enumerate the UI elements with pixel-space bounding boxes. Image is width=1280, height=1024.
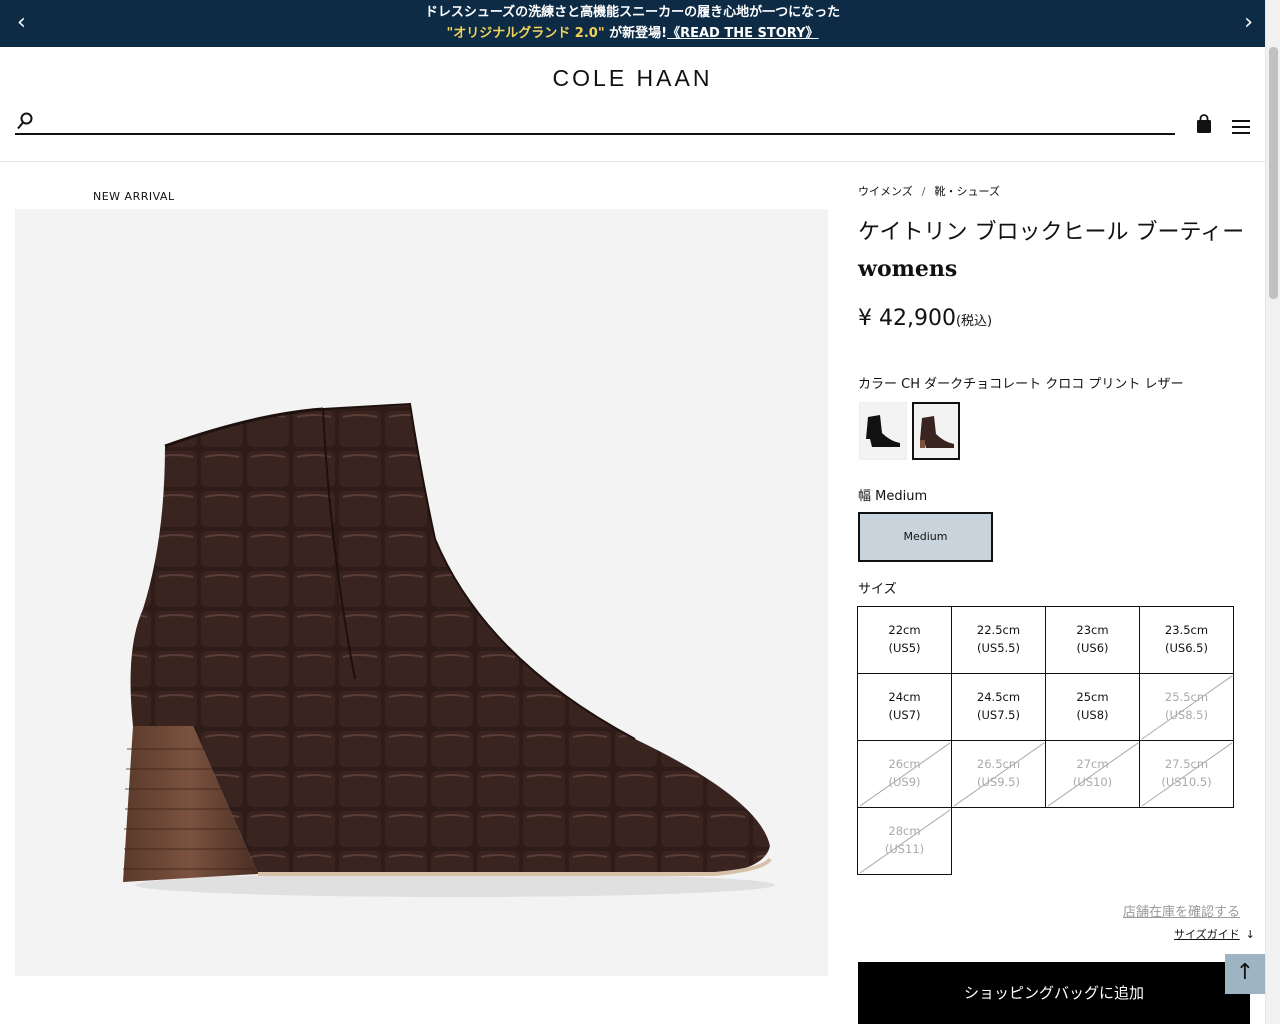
size-cm: 24.5cm xyxy=(976,690,1021,704)
size-us: (US6) xyxy=(1076,641,1109,655)
store-stock-link[interactable]: 店舗在庫を確認する xyxy=(1123,901,1240,920)
breadcrumb-separator: / xyxy=(921,185,926,198)
promo-banner: ‹ ドレスシューズの洗練さと高機能スニーカーの履き心地が一つになった "オリジナ… xyxy=(0,0,1265,47)
search-icon[interactable] xyxy=(17,112,33,130)
search-input[interactable] xyxy=(43,110,1163,132)
size-guide-label: サイズガイド xyxy=(1174,928,1240,941)
size-cm: 28cm xyxy=(888,824,921,838)
size-option-unavailable[interactable]: 28cm (US11) xyxy=(858,808,952,875)
size-option[interactable]: 22cm (US5) xyxy=(858,607,952,674)
promo-next-arrow[interactable]: › xyxy=(1244,10,1253,36)
size-option-unavailable[interactable]: 26.5cm (US9.5) xyxy=(952,741,1046,808)
size-cm: 26.5cm xyxy=(976,757,1021,771)
product-title: ケイトリン ブロックヒール ブーティー womens xyxy=(858,214,1250,288)
breadcrumb-shoes[interactable]: 靴・シューズ xyxy=(935,185,1000,198)
size-us: (US5) xyxy=(888,641,921,655)
size-cm: 25cm xyxy=(1076,690,1109,704)
size-us: (US8) xyxy=(1076,708,1109,722)
hamburger-menu-icon[interactable] xyxy=(1232,119,1250,135)
size-us: (US5.5) xyxy=(977,641,1020,655)
breadcrumb: ウイメンズ / 靴・シューズ xyxy=(858,183,1000,199)
width-label: 幅 Medium xyxy=(858,489,928,504)
search-bar xyxy=(15,110,1175,135)
size-us: (US10) xyxy=(1072,775,1113,789)
arrow-down-icon: ↓ xyxy=(1245,928,1255,941)
size-option[interactable]: 23.5cm (US6.5) xyxy=(1140,607,1234,674)
promo-line-1: ドレスシューズの洗練さと高機能スニーカーの履き心地が一つになった xyxy=(424,5,841,20)
size-us: (US10.5) xyxy=(1161,775,1212,789)
promo-prev-arrow[interactable]: ‹ xyxy=(17,10,26,36)
width-option-medium[interactable]: Medium xyxy=(858,512,993,562)
size-option-unavailable[interactable]: 27.5cm (US10.5) xyxy=(1140,741,1234,808)
size-label: サイズ xyxy=(858,582,897,597)
size-cm: 27cm xyxy=(1076,757,1109,771)
price-tax-note: (税込) xyxy=(955,314,993,329)
size-cm: 23cm xyxy=(1076,623,1109,637)
black-boot-thumbnail xyxy=(866,415,900,447)
promo-highlight: "オリジナルグランド 2.0" xyxy=(446,26,605,41)
size-cm: 24cm xyxy=(888,690,921,704)
size-cm: 22.5cm xyxy=(976,623,1021,637)
product-price: ¥ 42,900(税込) xyxy=(858,306,992,331)
size-us: (US9.5) xyxy=(977,775,1020,789)
size-us: (US8.5) xyxy=(1165,708,1208,722)
page-scrollbar[interactable] xyxy=(1265,0,1280,1024)
size-cm: 25.5cm xyxy=(1164,690,1209,704)
size-cm: 23.5cm xyxy=(1164,623,1209,637)
size-option-unavailable[interactable]: 26cm (US9) xyxy=(858,741,952,808)
size-cm: 27.5cm xyxy=(1164,757,1209,771)
product-subtitle: womens xyxy=(858,256,958,282)
brown-boot-thumbnail xyxy=(920,416,954,448)
size-us: (US7.5) xyxy=(977,708,1020,722)
size-cm: 26cm xyxy=(888,757,921,771)
product-name: ケイトリン ブロックヒール ブーティー xyxy=(858,220,1245,245)
ankle-boot-illustration xyxy=(123,402,775,897)
size-option[interactable]: 25cm (US8) xyxy=(1046,674,1140,741)
brand-logo[interactable]: COLE HAAN xyxy=(0,65,1265,92)
promo-line-2: "オリジナルグランド 2.0" が新登場!《READ THE STORY》 xyxy=(0,23,1265,44)
size-option[interactable]: 24cm (US7) xyxy=(858,674,952,741)
size-us: (US11) xyxy=(884,842,925,856)
site-header: COLE HAAN xyxy=(0,47,1265,162)
size-grid: 22cm (US5) 22.5cm (US5.5) 23cm (US6) 23.5cm… xyxy=(857,606,1234,875)
color-swatch-black[interactable] xyxy=(859,402,907,460)
size-option[interactable]: 24.5cm (US7.5) xyxy=(952,674,1046,741)
size-option[interactable]: 22.5cm (US5.5) xyxy=(952,607,1046,674)
size-option-unavailable[interactable]: 27cm (US10) xyxy=(1046,741,1140,808)
size-us: (US6.5) xyxy=(1165,641,1208,655)
promo-middle: が新登場! xyxy=(604,26,668,41)
product-image[interactable] xyxy=(15,209,828,976)
back-to-top-button[interactable]: ↑ xyxy=(1225,954,1265,994)
breadcrumb-womens[interactable]: ウイメンズ xyxy=(858,185,913,198)
price-value: ¥ 42,900 xyxy=(858,306,956,331)
promo-story-link[interactable]: 《READ THE STORY》 xyxy=(667,26,818,41)
scrollbar-thumb[interactable] xyxy=(1269,47,1278,299)
size-us: (US7) xyxy=(888,708,921,722)
size-cm: 22cm xyxy=(888,623,921,637)
color-label: カラー CH ダークチョコレート クロコ プリント レザー xyxy=(858,377,1184,392)
size-option-unavailable[interactable]: 25.5cm (US8.5) xyxy=(1140,674,1234,741)
color-swatch-dark-chocolate[interactable] xyxy=(912,402,960,460)
add-to-bag-button[interactable]: ショッピングバッグに追加 xyxy=(858,962,1250,1024)
size-guide-link[interactable]: サイズガイド ↓ xyxy=(1174,926,1255,942)
size-us: (US9) xyxy=(888,775,921,789)
size-option[interactable]: 23cm (US6) xyxy=(1046,607,1140,674)
shopping-bag-icon[interactable] xyxy=(1195,114,1213,134)
new-arrival-badge: NEW ARRIVAL xyxy=(93,190,175,203)
